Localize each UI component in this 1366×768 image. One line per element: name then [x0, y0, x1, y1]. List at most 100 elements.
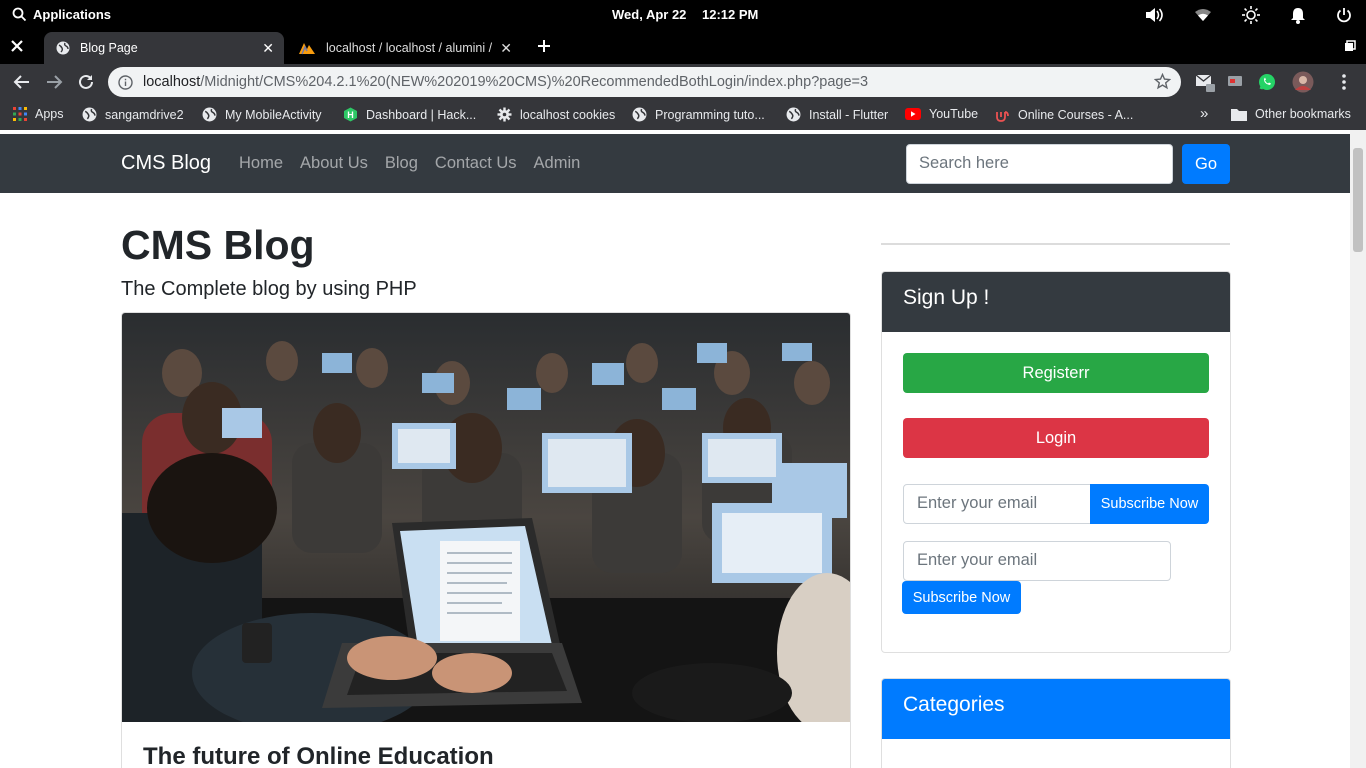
browser-toolbar: localhost/Midnight/CMS%204.2.1%20(NEW%20… [0, 64, 1366, 100]
back-arrow-icon[interactable] [13, 73, 31, 91]
page-scrollbar[interactable] [1350, 130, 1366, 768]
bookmark-sangamdrive2[interactable]: sangamdrive2 [82, 107, 184, 122]
search-icon [12, 7, 27, 22]
categories-card-header: Categories [882, 679, 1230, 739]
tab-phpmyadmin[interactable]: localhost / localhost / alumini / ✕ [286, 32, 522, 64]
nav-link-home[interactable]: Home [239, 154, 283, 173]
close-window-icon[interactable] [9, 38, 25, 54]
globe-icon [786, 107, 801, 122]
navbar-brand[interactable]: CMS Blog [121, 152, 211, 175]
tab-blog-page[interactable]: Blog Page ✕ [44, 32, 284, 64]
bookmarks-bar: Apps sangamdrive2 My MobileActivity H Da… [0, 100, 1366, 130]
bookmark-label: localhost cookies [520, 107, 616, 122]
login-button[interactable]: Login [903, 418, 1209, 458]
bookmark-install-flutter[interactable]: Install - Flutter [786, 107, 888, 122]
bookmark-star-icon[interactable] [1154, 73, 1171, 90]
close-tab-icon[interactable]: ✕ [262, 40, 274, 57]
url-path: /Midnight/CMS%204.2.1%20(NEW%202019%20CM… [200, 74, 869, 90]
gmail-extension-icon[interactable] [1195, 73, 1217, 93]
bookmark-label: Online Courses - A... [1018, 107, 1134, 122]
forward-arrow-icon[interactable] [45, 73, 63, 91]
applications-menu[interactable]: Applications [12, 7, 111, 22]
nav-link-blog[interactable]: Blog [385, 154, 418, 173]
bookmarks-overflow-button[interactable]: » [1200, 105, 1208, 122]
bookmark-localhost-cookies[interactable]: localhost cookies [497, 107, 615, 122]
other-bookmarks-label: Other bookmarks [1255, 107, 1351, 121]
register-button[interactable]: Registerr [903, 353, 1209, 393]
signup-card-header: Sign Up ! [882, 272, 1230, 332]
youtube-icon [905, 108, 921, 120]
navbar-links: Home About Us Blog Contact Us Admin [239, 154, 580, 173]
url-host: localhost [143, 74, 201, 90]
os-top-bar: Applications Wed, Apr 22 12:12 PM [0, 0, 1366, 30]
page-heading: CMS Blog [121, 222, 315, 268]
search-input[interactable]: Search here [906, 144, 1173, 184]
bookmark-label: sangamdrive2 [105, 107, 184, 122]
folder-icon [1231, 108, 1247, 121]
reload-icon[interactable] [77, 73, 95, 91]
info-icon[interactable] [118, 74, 133, 90]
post-title[interactable]: The future of Online Education [143, 743, 494, 768]
tab-title: Blog Page [80, 41, 138, 55]
categories-card: Categories [881, 678, 1231, 768]
page-subheading: The Complete blog by using PHP [121, 278, 417, 300]
apps-grid-icon [13, 107, 27, 121]
globe-icon [82, 107, 97, 122]
hackerrank-icon: H [344, 107, 357, 122]
browser-tab-strip: Blog Page ✕ localhost / localhost / alum… [0, 30, 1366, 64]
bookmark-label: My MobileActivity [225, 107, 322, 122]
email-field-secondary[interactable]: Enter your email [903, 541, 1171, 581]
classroom-laptops-illustration [122, 313, 850, 722]
system-tray [1144, 6, 1352, 24]
close-tab-icon[interactable]: ✕ [500, 40, 512, 57]
globe-icon [202, 107, 217, 122]
phpmyadmin-icon [299, 43, 315, 55]
bookmark-youtube[interactable]: YouTube [905, 107, 978, 121]
volume-icon[interactable] [1144, 7, 1164, 23]
udemy-icon [996, 111, 1009, 122]
svg-text:H: H [347, 110, 354, 120]
page-viewport: CMS Blog Home About Us Blog Contact Us A… [0, 130, 1366, 768]
signup-card: Sign Up ! Registerr Login Enter your ema… [881, 271, 1231, 653]
site-navbar: CMS Blog Home About Us Blog Contact Us A… [0, 134, 1350, 193]
email-field[interactable]: Enter your email [903, 484, 1091, 524]
profile-avatar[interactable] [1292, 71, 1314, 93]
bookmark-label: Dashboard | Hack... [366, 107, 477, 122]
notification-bell-icon[interactable] [1290, 7, 1306, 24]
tab-search-icon[interactable] [1344, 40, 1356, 52]
post-card: The future of Online Education [121, 312, 851, 768]
bookmark-apps[interactable]: Apps [13, 107, 64, 121]
nav-link-contact-us[interactable]: Contact Us [435, 154, 517, 173]
subscribe-now-button-secondary[interactable]: Subscribe Now [902, 581, 1021, 614]
whatsapp-icon[interactable] [1258, 73, 1276, 91]
brightness-icon[interactable] [1242, 6, 1260, 24]
tab-title: localhost / localhost / alumini / [326, 41, 493, 55]
globe-icon [632, 107, 647, 122]
bookmark-online-courses[interactable]: Online Courses - A... [995, 107, 1133, 122]
sidebar-divider [881, 243, 1230, 245]
other-bookmarks-folder[interactable]: Other bookmarks [1231, 107, 1351, 121]
nav-link-about-us[interactable]: About Us [300, 154, 368, 173]
wifi-icon[interactable] [1194, 8, 1212, 22]
os-date[interactable]: Wed, Apr 22 [612, 7, 686, 22]
globe-icon [56, 41, 70, 55]
bookmark-my-mobileactivity[interactable]: My MobileActivity [202, 107, 322, 122]
bookmark-dashboard-hackerrank[interactable]: H Dashboard | Hack... [343, 107, 476, 122]
kebab-menu-icon[interactable] [1337, 73, 1351, 91]
address-bar[interactable]: localhost/Midnight/CMS%204.2.1%20(NEW%20… [108, 67, 1181, 97]
new-tab-icon[interactable] [536, 38, 552, 54]
bookmark-label: Apps [35, 107, 64, 121]
bookmark-label: Install - Flutter [809, 107, 889, 122]
os-time[interactable]: 12:12 PM [702, 7, 758, 22]
nav-link-admin[interactable]: Admin [534, 154, 581, 173]
power-icon[interactable] [1336, 7, 1352, 23]
bookmark-label: Programming tuto... [655, 107, 765, 122]
scrollbar-thumb[interactable] [1353, 148, 1363, 252]
gear-icon [497, 107, 512, 122]
subscribe-now-button[interactable]: Subscribe Now [1090, 484, 1209, 524]
go-button[interactable]: Go [1182, 144, 1230, 184]
card-extension-icon[interactable] [1227, 73, 1243, 89]
bookmark-programming-tutorials[interactable]: Programming tuto... [632, 107, 765, 122]
applications-label: Applications [33, 7, 112, 22]
post-image[interactable] [122, 313, 850, 722]
